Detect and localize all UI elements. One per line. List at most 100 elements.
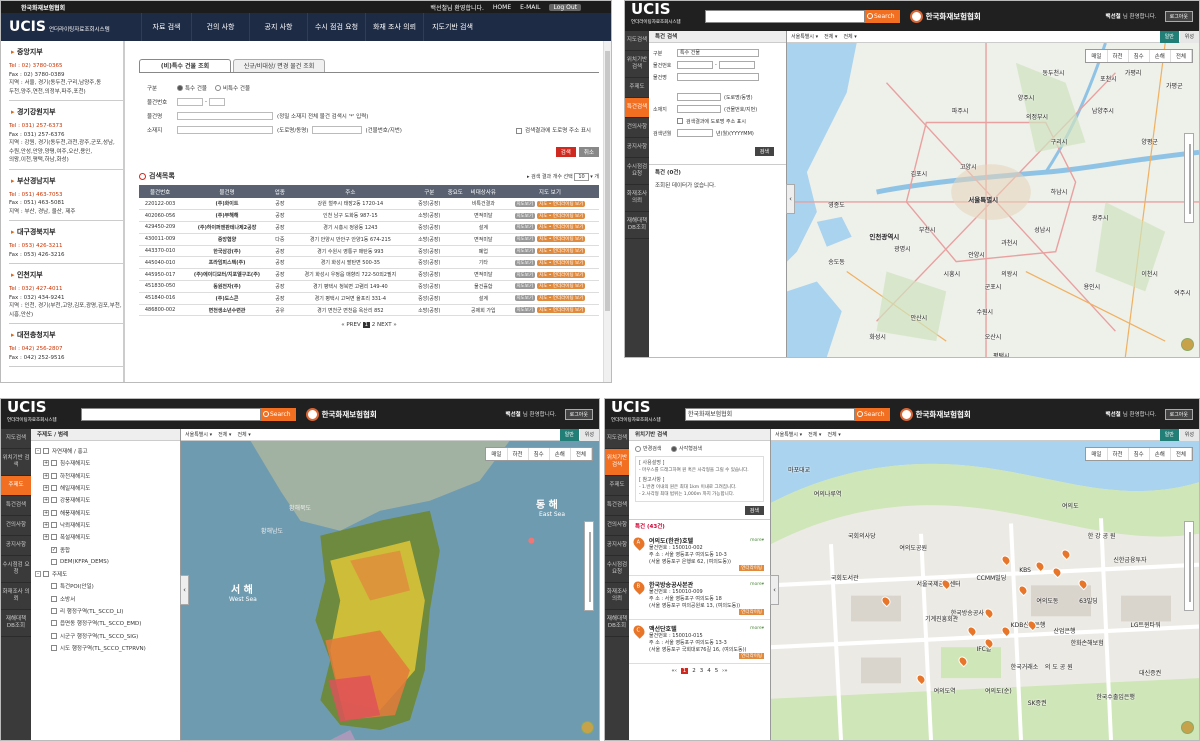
map-canvas[interactable]: 황해북도 황해남도 동 해 East Sea 서 해 West Sea 매일 하천… [181, 441, 599, 740]
layer-tree-item[interactable]: 소방서 [35, 593, 180, 605]
search-button[interactable]: 검색 [754, 147, 774, 156]
search-button[interactable]: 검색 [744, 506, 764, 515]
nav-item[interactable]: 건의사항 [605, 516, 629, 536]
map-area[interactable]: 서울특별시 전체 전체 일반위성 여의도한 강 공 원 국회의사당여의도공원 [771, 429, 1199, 740]
zoom-slider[interactable] [1184, 133, 1194, 223]
nav-item[interactable]: 공지사항 [1, 536, 31, 556]
search-button[interactable]: Search [865, 9, 900, 23]
nav-item[interactable]: 주제도 [625, 78, 649, 98]
underwriting-view-button[interactable]: 지도 • 언더라이팅 보기 [537, 224, 586, 231]
table-row[interactable]: 445950-017 (주)에이디모터/지포엘구조(주) 공장 경기 화성시 우정읍 … [139, 268, 599, 282]
dong-select[interactable]: 전체 [237, 431, 250, 438]
layer-tree-item[interactable]: DEM(KFPA_DEMS) [35, 556, 180, 568]
map-type-satellite[interactable]: 위성 [1179, 429, 1199, 441]
expand-toggle-icon[interactable]: + [43, 497, 49, 504]
table-row[interactable]: 451840-016 (주)도스콘 공장 경기 평택시 고덕면 율포리 331-4 중앙… [139, 292, 599, 305]
search-button[interactable]: Search [261, 407, 296, 421]
no-input-2[interactable] [209, 98, 225, 106]
cancel-button[interactable]: 취소 [578, 147, 599, 157]
table-row[interactable]: 402060-056 (주)부해해 공장 인천 남구 도화동 987-15 소방(공장)… [139, 209, 599, 223]
menu-item[interactable]: 지도기반 검색 [423, 13, 481, 41]
table-row[interactable]: 443370-010 한국삼강(주) 공장 경기 수원시 영통구 매탄동 993 중앙(… [139, 245, 599, 258]
expand-toggle-icon[interactable]: - [35, 571, 41, 578]
more-link[interactable]: more▾ [750, 626, 764, 631]
expand-toggle-icon[interactable]: - [35, 448, 41, 455]
page-link[interactable]: 5 [715, 668, 719, 674]
map-type-normal[interactable]: 일반 [1159, 429, 1179, 441]
road-addr-checkbox[interactable] [516, 127, 523, 134]
map-type-normal[interactable]: 일반 [559, 429, 579, 441]
map-tool-button[interactable]: 전체 [1171, 448, 1192, 460]
addr-input[interactable] [677, 93, 721, 101]
region-select[interactable]: 서울특별시 [185, 431, 212, 438]
nav-item[interactable]: 위치기반 검색 [625, 51, 649, 78]
expand-toggle-icon[interactable]: + [43, 485, 49, 492]
layer-tree-item[interactable]: ✓ 종합 [35, 543, 180, 555]
region-select[interactable]: 서울특별시 [775, 431, 802, 438]
map-type-normal[interactable]: 일반 [1159, 31, 1179, 43]
map-area[interactable]: 서울특별시 전체 전체 일반위성 동두천시포천시가평 [787, 31, 1199, 357]
underwriting-view-button[interactable]: 지도 • 언더라이팅 보기 [537, 259, 586, 266]
dong-select[interactable]: 전체 [843, 33, 856, 40]
nav-item[interactable]: 위치기반 검색 [605, 449, 629, 476]
nav-item[interactable]: 지도검색 [1, 429, 31, 449]
result-item[interactable]: C 맥선단호텔 물건번호 : 150010-015 주 소 : 서울 영등포구 여의도… [629, 620, 770, 664]
underwriting-button[interactable]: 언더라이팅 [739, 565, 764, 571]
map-tool-button[interactable]: 손해 [1150, 448, 1171, 460]
result-item[interactable]: A 여의도(한관)호텔 물건번호 : 150010-002 주 소 : 서울 영등포구… [629, 532, 770, 576]
layer-checkbox[interactable] [43, 448, 49, 455]
layer-checkbox[interactable] [51, 558, 57, 565]
logout-button[interactable]: Log Out [549, 3, 581, 11]
year-input[interactable] [677, 129, 713, 137]
menu-item[interactable]: 자료 검색 [141, 13, 191, 41]
layer-tree-item[interactable]: + 침수재해지도 [35, 457, 180, 469]
nav-item[interactable]: 특건검색 [605, 496, 629, 516]
name-input[interactable] [677, 73, 759, 81]
kind-select[interactable]: 특수 건물 [677, 49, 759, 57]
radius-search-radio[interactable] [635, 445, 641, 452]
district-select[interactable]: 전체 [824, 33, 837, 40]
no-input-2[interactable] [718, 61, 755, 69]
map-type-satellite[interactable]: 위성 [1179, 31, 1199, 43]
nav-item[interactable]: 공지사항 [605, 536, 629, 556]
layer-checkbox[interactable] [51, 472, 57, 479]
road-addr-checkbox[interactable] [677, 118, 683, 124]
menu-item[interactable]: 수시 점검 요청 [307, 13, 365, 41]
map-view-button[interactable]: 지도보기 [514, 295, 536, 302]
nav-item[interactable]: 건의사항 [1, 516, 31, 536]
map-area[interactable]: 서울특별시 전체 전체 일반위성 황해북도 황해남도 동 해 [181, 429, 599, 740]
search-input[interactable]: 한국화재보험협회 [685, 407, 855, 421]
layer-checkbox[interactable] [51, 460, 57, 467]
layer-tree-item[interactable]: - 주제도 [35, 568, 180, 580]
layer-tree-item[interactable]: 특건POI(안일) [35, 580, 180, 592]
map-view-button[interactable]: 지도보기 [514, 224, 536, 231]
district-select[interactable]: 전체 [808, 431, 821, 438]
addr-input[interactable] [177, 126, 273, 134]
map-tool-button[interactable]: 전체 [571, 448, 592, 460]
map-tool-button[interactable]: 하천 [508, 448, 529, 460]
search-input[interactable] [705, 9, 865, 23]
collapse-panel-button[interactable]: ‹ [770, 575, 779, 606]
layer-checkbox[interactable] [51, 534, 57, 541]
page-link[interactable]: 1 [680, 668, 689, 674]
expand-toggle-icon[interactable]: + [43, 509, 49, 516]
addr-number-input[interactable] [677, 105, 721, 113]
underwriting-view-button[interactable]: 지도 • 언더라이팅 보기 [537, 236, 586, 243]
ucis-logo[interactable]: UCIS 언더라이팅자료조회시스템 [625, 2, 705, 30]
map-tool-button[interactable]: 침수 [1129, 50, 1150, 62]
underwriting-view-button[interactable]: 지도 • 언더라이팅 보기 [537, 295, 586, 302]
nav-item[interactable]: 수시점검 요청 [605, 556, 629, 583]
layer-checkbox[interactable] [43, 571, 49, 578]
map-tool-button[interactable]: 손해 [1150, 50, 1171, 62]
page-size-select[interactable]: 10 [574, 172, 589, 181]
page-link[interactable]: 2 [692, 668, 696, 674]
map-tool-button[interactable]: 침수 [529, 448, 550, 460]
layer-tree-item[interactable]: + 낙뢰재해지도 [35, 519, 180, 531]
map-tool-button[interactable]: 하천 [1108, 50, 1129, 62]
nav-item[interactable]: 공지사항 [625, 138, 649, 158]
layer-checkbox[interactable] [51, 521, 57, 528]
map-tool-button[interactable]: 침수 [1129, 448, 1150, 460]
table-row[interactable]: 220122-003 (주)화이트 공장 강원 철주시 태장2동 1720-14 중앙(… [139, 198, 599, 211]
search-button[interactable]: 검색 [555, 147, 576, 157]
layer-tree-item[interactable]: 읍면동 행정구역(TL_SCCO_EMD) [35, 617, 180, 629]
